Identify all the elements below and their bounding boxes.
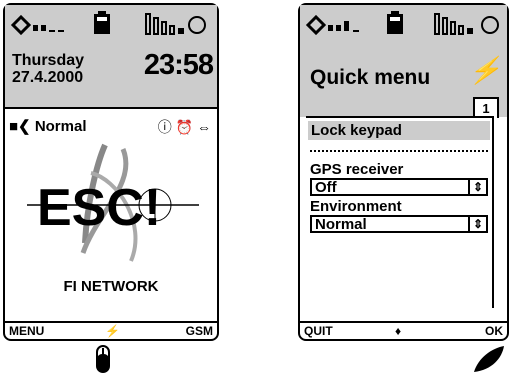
speaker-icon: ■❮ [9,118,31,135]
divider [310,150,488,152]
date-display: Thursday 27.4.2000 [12,52,84,86]
softkey-bar: QUIT ♦ OK [300,321,507,339]
phone-screen-standby: Thursday 27.4.2000 23:58 ■❮ Normal ⓘ ⏰ ⇔… [3,3,219,341]
day-label: Thursday [12,52,85,69]
screen-title: Quick menu [310,66,431,89]
gps-receiver-select[interactable]: Off ⇕ [310,178,488,196]
environment-select[interactable]: Normal ⇕ [310,215,488,233]
alarm-clock-icon: ⏰ [175,119,194,135]
environment-label: Environment [310,198,402,215]
operator-logo: ESC! [27,143,199,262]
divert-icon: ⇔ [197,119,211,135]
softkey-ok[interactable]: OK [485,324,503,338]
up-down-arrow-icon[interactable]: ⇕ [468,180,486,194]
battery-icon [387,11,403,34]
alert-icons: ⓘ ⏰ ⇔ [158,117,211,137]
scroll-key-icon [96,345,110,373]
gps-receiver-value: Off [315,179,337,196]
up-down-arrow-icon[interactable]: ⇕ [468,217,486,231]
clock: 23:58 [143,49,214,81]
menu-item-lock-keypad[interactable]: Lock keypad [308,121,490,140]
network-name: FI NETWORK [63,278,159,295]
scroll-arrows-icon[interactable]: ♦ [395,324,401,338]
profile-indicator: ■❮ Normal [9,117,87,135]
battery-icon [94,11,110,34]
gps-receiver-label: GPS receiver [310,161,404,178]
logo-text: ESC! [37,179,161,237]
status-bar: Thursday 27.4.2000 23:58 [5,5,217,109]
date-label: 27.4.2000 [12,69,84,86]
signal-icon [11,14,64,35]
environment-value: Normal [315,216,367,233]
lightning-icon[interactable]: ⚡ [105,324,120,338]
pointer-pen-icon [474,346,504,372]
info-icon: ⓘ [157,119,172,135]
softkey-gsm[interactable]: GSM [186,324,213,338]
softkey-bar: MENU ⚡ GSM [5,321,217,339]
phone-screen-quick-menu: Quick menu ⚡ 1 Lock keypad GPS receiver … [298,3,509,341]
softkey-quit[interactable]: QUIT [304,324,333,338]
message-icon [434,13,499,35]
lightning-icon: ⚡ [468,55,501,85]
profile-name: Normal [34,118,87,135]
signal-icon [306,14,359,35]
tab-1[interactable]: 1 [473,97,499,118]
message-icon [145,13,206,35]
softkey-menu[interactable]: MENU [9,324,44,338]
